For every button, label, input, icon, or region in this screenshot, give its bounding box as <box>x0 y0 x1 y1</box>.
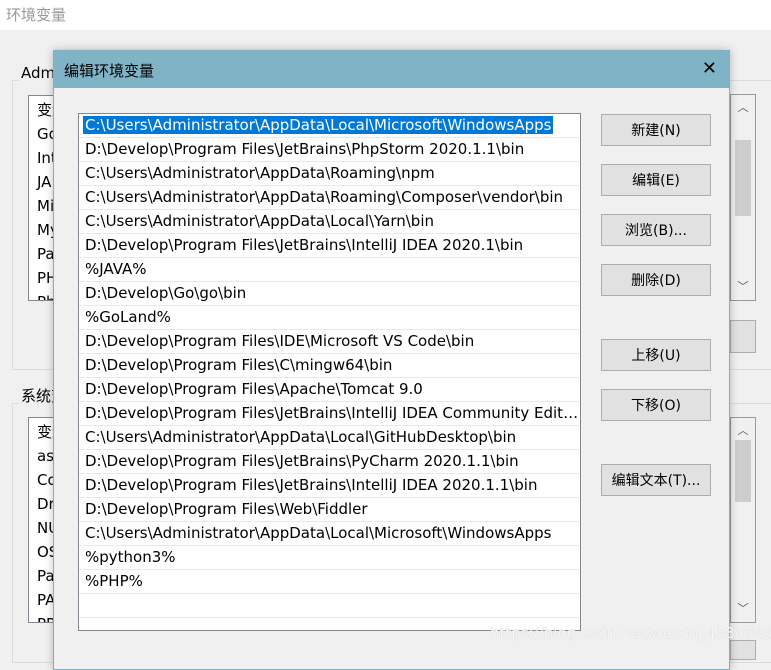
path-text: D:\Develop\Program Files\Apache\Tomcat 9… <box>85 380 423 398</box>
path-row[interactable]: C:\Users\Administrator\AppData\Local\Mic… <box>79 114 579 138</box>
new-button[interactable]: 新建(N) <box>601 114 711 146</box>
path-text: D:\Develop\Program Files\Web\Fiddler <box>85 500 368 518</box>
scroll-up-icon[interactable]: ︿ <box>731 99 755 115</box>
path-row[interactable]: D:\Develop\Program Files\JetBrains\PhpSt… <box>79 138 579 162</box>
user-vars-scrollbar[interactable]: ︿ ﹀ <box>730 94 756 301</box>
delete-button[interactable]: 删除(D) <box>601 264 711 296</box>
path-row[interactable]: C:\Users\Administrator\AppData\Roaming\C… <box>79 186 579 210</box>
edit-text-button[interactable]: 编辑文本(T)... <box>601 464 711 496</box>
system-vars-button[interactable] <box>730 640 756 660</box>
path-text: %GoLand% <box>85 308 171 326</box>
path-row[interactable]: C:\Users\Administrator\AppData\Local\Git… <box>79 426 579 450</box>
path-row[interactable]: C:\Users\Administrator\AppData\Roaming\n… <box>79 162 579 186</box>
browse-button[interactable]: 浏览(B)... <box>601 214 711 246</box>
system-vars-scrollbar[interactable]: ︿ ﹀ <box>730 417 756 623</box>
path-row[interactable]: D:\Develop\Program Files\C\mingw64\bin <box>79 354 579 378</box>
path-text: %PHP% <box>85 572 143 590</box>
path-row[interactable]: D:\Develop\Program Files\JetBrains\Intel… <box>79 474 579 498</box>
path-text: D:\Develop\Program Files\JetBrains\PyCha… <box>85 452 519 470</box>
path-row[interactable]: C:\Users\Administrator\AppData\Local\Yar… <box>79 210 579 234</box>
empty-row[interactable] <box>79 594 579 618</box>
path-text: %JAVA% <box>85 260 147 278</box>
edit-button[interactable]: 编辑(E) <box>601 164 711 196</box>
path-row[interactable]: D:\Develop\Program Files\JetBrains\PyCha… <box>79 450 579 474</box>
path-row[interactable]: %GoLand% <box>79 306 579 330</box>
path-text: D:\Develop\Program Files\JetBrains\Intel… <box>85 404 579 422</box>
move-down-button[interactable]: 下移(O) <box>601 389 711 421</box>
path-text: D:\Develop\Program Files\JetBrains\PhpSt… <box>85 140 525 158</box>
path-text: D:\Develop\Program Files\C\mingw64\bin <box>85 356 393 374</box>
path-row[interactable]: D:\Develop\Program Files\JetBrains\Intel… <box>79 402 579 426</box>
path-text: D:\Develop\Program Files\JetBrains\Intel… <box>85 236 524 254</box>
path-text: C:\Users\Administrator\AppData\Local\Yar… <box>85 212 434 230</box>
background-window-title: 环境变量 <box>0 0 771 30</box>
scroll-up-icon[interactable]: ︿ <box>731 422 755 438</box>
scroll-down-icon[interactable]: ﹀ <box>731 278 755 294</box>
path-row[interactable]: D:\Develop\Program Files\IDE\Microsoft V… <box>79 330 579 354</box>
path-text: C:\Users\Administrator\AppData\Roaming\n… <box>85 164 435 182</box>
path-list[interactable]: C:\Users\Administrator\AppData\Local\Mic… <box>78 113 581 631</box>
path-text: %python3% <box>85 548 176 566</box>
path-text: C:\Users\Administrator\AppData\Local\Git… <box>85 428 517 446</box>
path-row[interactable]: D:\Develop\Program Files\Apache\Tomcat 9… <box>79 378 579 402</box>
path-text: D:\Develop\Program Files\IDE\Microsoft V… <box>85 332 475 350</box>
path-text: C:\Users\Administrator\AppData\Local\Mic… <box>83 116 554 134</box>
path-text: D:\Develop\Go\go\bin <box>85 284 247 302</box>
path-row[interactable]: D:\Develop\Program Files\JetBrains\Intel… <box>79 234 579 258</box>
path-row[interactable]: D:\Develop\Go\go\bin <box>79 282 579 306</box>
edit-env-var-dialog: 编辑环境变量 ✕ C:\Users\Administrator\AppData\… <box>53 50 730 670</box>
user-vars-button[interactable] <box>730 320 756 353</box>
path-text: C:\Users\Administrator\AppData\Local\Mic… <box>85 524 552 542</box>
path-text: D:\Develop\Program Files\JetBrains\Intel… <box>85 476 538 494</box>
path-row[interactable]: %PHP% <box>79 570 579 594</box>
scroll-down-icon[interactable]: ﹀ <box>731 600 755 616</box>
close-icon[interactable]: ✕ <box>702 58 717 79</box>
path-row[interactable]: C:\Users\Administrator\AppData\Local\Mic… <box>79 522 579 546</box>
dialog-title: 编辑环境变量 <box>54 51 729 88</box>
path-row[interactable]: %JAVA% <box>79 258 579 282</box>
path-row[interactable]: D:\Develop\Program Files\Web\Fiddler <box>79 498 579 522</box>
path-text: C:\Users\Administrator\AppData\Roaming\C… <box>85 188 564 206</box>
move-up-button[interactable]: 上移(U) <box>601 339 711 371</box>
path-row[interactable]: %python3% <box>79 546 579 570</box>
watermark: https://blog.csdn.net/weixin_43848954 <box>490 624 771 642</box>
